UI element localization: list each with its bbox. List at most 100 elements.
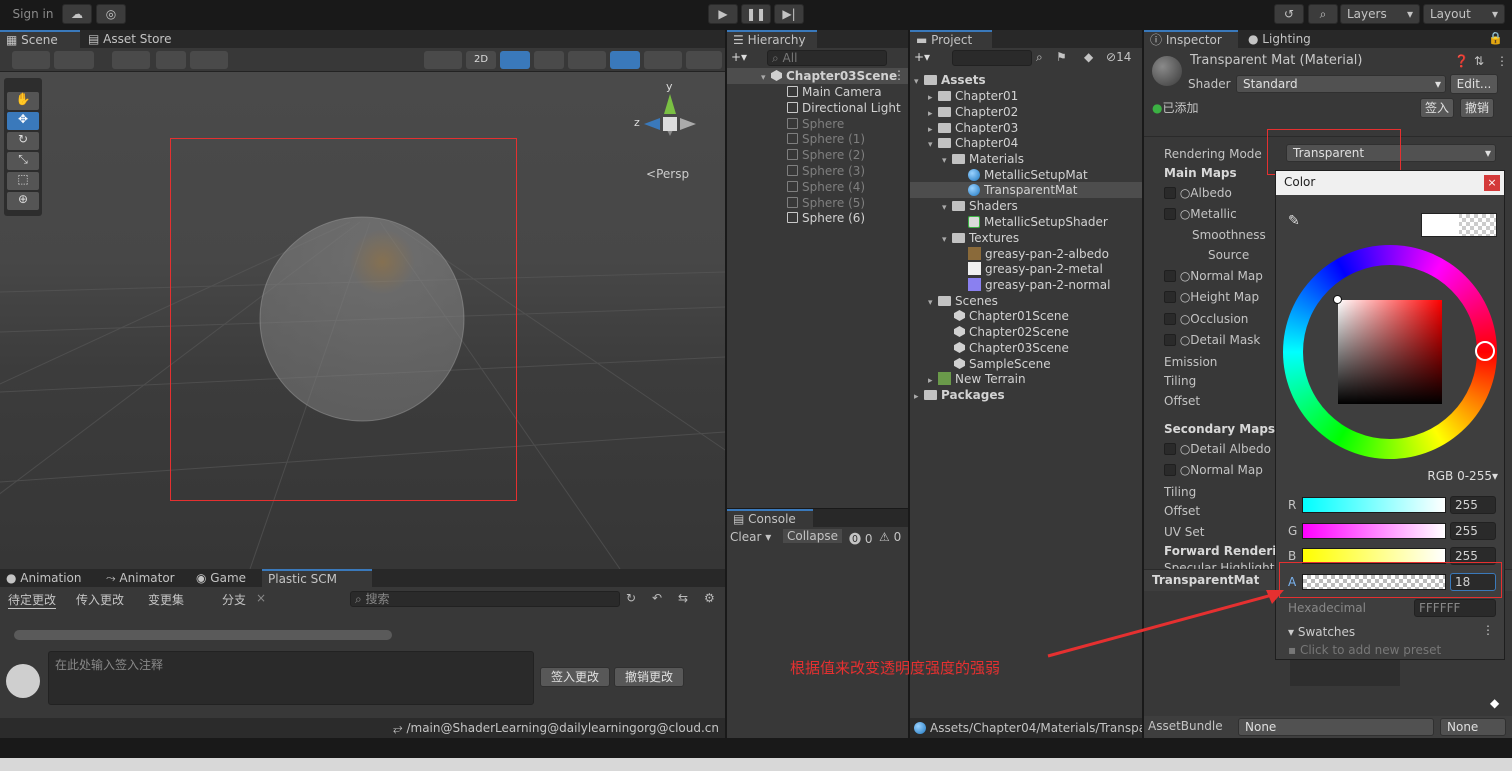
scale-tool-icon[interactable]: ⤡ [7,152,39,170]
more-icon[interactable]: ⋮ [1496,54,1508,68]
asset-terrain[interactable]: ▸ New Terrain [928,371,1026,387]
asset-tex-metal[interactable]: greasy-pan-2-metal [968,261,1103,277]
hierarchy-item[interactable]: Sphere (6) [787,210,865,226]
expand-icon[interactable]: ▾ [942,200,952,216]
texture-slot[interactable] [1164,313,1176,325]
asset-tex-normal[interactable]: greasy-pan-2-normal [968,277,1110,293]
tab-animator[interactable]: ⤳ Animator [100,569,181,587]
sv-handle[interactable] [1333,295,1342,304]
texture-slot[interactable] [1164,270,1176,282]
gear-icon[interactable]: ⚙ [704,591,715,605]
hierarchy-item[interactable]: Main Camera [787,84,882,100]
undo-changes-button[interactable]: 撤销更改 [614,667,684,687]
more-icon[interactable]: ⋮ [893,68,905,82]
normal-map-row[interactable]: ○Normal Map [1164,268,1263,284]
cloud-icon[interactable]: ☁ [62,4,92,24]
asset-path[interactable]: Assets/Chapter04/Materials/Transpa [914,721,1142,735]
tab-hierarchy[interactable]: ☰ Hierarchy [727,30,817,48]
hand-tool-icon[interactable]: ✋ [7,92,39,110]
search-icon[interactable]: ⌕ [1308,4,1338,24]
sign-in-button[interactable]: Sign in [6,4,60,24]
lighting-toggle-button[interactable] [500,51,530,69]
asset-transparent-mat[interactable]: TransparentMat [968,182,1077,198]
saturation-value-square[interactable] [1338,300,1442,404]
checkin-changes-button[interactable]: 签入更改 [540,667,610,687]
expand-icon[interactable]: ▾ [914,74,924,90]
hierarchy-item[interactable]: Sphere [787,116,844,132]
folder-materials[interactable]: ▾ Materials [942,151,1024,167]
transform-tool-icon[interactable]: ⊕ [7,192,39,210]
hierarchy-item[interactable]: Directional Light [787,100,901,116]
height-map-row[interactable]: ○Height Map [1164,289,1259,305]
expand-icon[interactable]: ▾ [942,232,952,248]
color-mode-dropdown[interactable]: RGB 0-255▾ [1410,469,1498,487]
hierarchy-item[interactable]: Sphere (4) [787,179,865,195]
shelve-icon[interactable]: ⇆ [678,591,688,605]
grid-snap-button[interactable] [112,51,150,69]
effects-button[interactable] [568,51,606,69]
folder-shaders[interactable]: ▾ Shaders [942,198,1018,214]
tab-animation[interactable]: ● Animation [0,569,87,587]
tab-game[interactable]: ◉ Game [190,569,252,587]
pause-icon[interactable]: ❚❚ [741,4,771,24]
error-count[interactable]: ⚠ 0 [879,530,901,544]
hierarchy-item[interactable]: Sphere (5) [787,195,865,211]
clear-button[interactable]: Clear ▾ [730,530,771,544]
occlusion-row[interactable]: ○Occlusion [1164,311,1248,327]
tab-project[interactable]: ▬ Project [910,30,992,48]
expand-icon[interactable]: ▾ [942,153,952,169]
render-mode-button[interactable] [424,51,462,69]
subtab-branches[interactable]: 分支 [222,591,246,608]
audio-toggle-button[interactable] [534,51,564,69]
subtab-pending[interactable]: 待定更改 [8,591,57,609]
asset-scene2[interactable]: Chapter02Scene [954,324,1069,340]
collab-icon[interactable]: ◎ [96,4,126,24]
checkin-button[interactable]: 签入 [1420,98,1454,118]
warning-count[interactable]: ⓿ 0 [849,530,872,547]
orientation-gizmo[interactable] [630,82,710,162]
expand-icon[interactable]: ▾ [928,137,938,153]
layout-dropdown[interactable]: Layout ▾ [1423,4,1505,24]
hierarchy-item[interactable]: Sphere (3) [787,163,865,179]
tab-inspector[interactable]: ⓘ Inspector [1144,30,1238,48]
metallic-row[interactable]: ○Metallic [1164,206,1237,222]
albedo-row[interactable]: ○Albedo [1164,185,1232,201]
preset-icon[interactable]: ⇅ [1474,54,1484,68]
r-input[interactable]: 255 [1450,496,1496,514]
move-tool-icon[interactable]: ✥ [7,112,39,130]
visibility-toggle-button[interactable] [610,51,640,69]
increment-snap-button[interactable] [156,51,186,69]
r-slider[interactable] [1302,497,1446,513]
undo-icon[interactable]: ↶ [652,591,662,605]
hidden-packages-icon[interactable]: ⊘14 [1106,50,1131,64]
label-icon[interactable]: ◆ [1084,50,1093,64]
plastic-search-input[interactable]: ⌕ 搜索 [350,591,620,607]
close-icon[interactable]: × [256,591,266,605]
hierarchy-item[interactable]: Sphere (2) [787,147,865,163]
hex-input[interactable]: FFFFFF [1414,599,1496,617]
grid-visibility-button[interactable] [190,51,228,69]
folder-scenes[interactable]: ▾ Scenes [928,293,998,309]
projection-label[interactable]: <Persp [646,167,689,181]
play-icon[interactable]: ▶ [708,4,738,24]
detail-albedo-row[interactable]: ○Detail Albedo x [1164,441,1282,457]
add-icon[interactable]: +▾ [731,50,747,64]
asset-metallic-mat[interactable]: MetallicSetupMat [968,167,1088,183]
rect-tool-icon[interactable]: ⬚ [7,172,39,190]
filter-icon[interactable]: ⚑ [1056,50,1067,64]
scene-root[interactable]: ▾ Chapter03Scene [761,68,897,84]
edit-shader-button[interactable]: Edit... [1450,74,1498,94]
checkin-comment-input[interactable]: 在此处输入签入注释 [48,651,534,705]
texture-slot[interactable] [1164,443,1176,455]
asset-bundle-dropdown[interactable]: None [1238,718,1434,736]
subtab-changesets[interactable]: 变更集 [148,591,184,608]
folder-packages[interactable]: ▸ Packages [914,387,1005,403]
texture-slot[interactable] [1164,208,1176,220]
folder-chapter02[interactable]: ▸ Chapter02 [928,104,1018,120]
normal-map2-row[interactable]: ○Normal Map [1164,462,1263,478]
asset-scene1[interactable]: Chapter01Scene [954,308,1069,324]
collapse-button[interactable]: Collapse [783,529,842,543]
tag-icon[interactable]: ◆ [1490,696,1499,710]
texture-slot[interactable] [1164,464,1176,476]
tab-lighting[interactable]: ● Lighting [1242,30,1317,48]
